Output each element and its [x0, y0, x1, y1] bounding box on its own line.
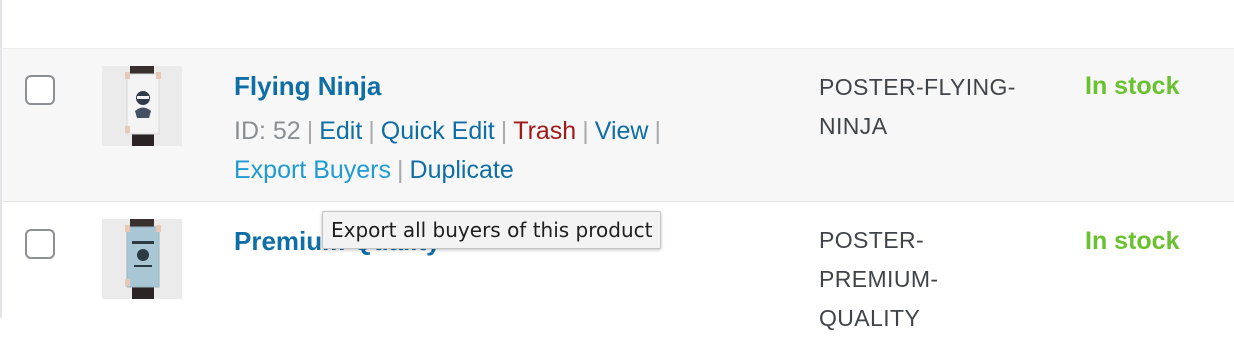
separator: | [654, 117, 661, 145]
premium-quality-poster-thumbnail-icon [102, 219, 182, 299]
separator: | [368, 117, 375, 145]
sku-line: PREMIUM- [819, 266, 939, 292]
sku-line: POSTER-FLYING- [819, 74, 1016, 100]
stock-status: In stock [1085, 227, 1180, 255]
row-select-checkbox[interactable] [25, 229, 55, 259]
sku-line: POSTER- [819, 227, 925, 253]
export-buyers-link[interactable]: Export Buyers [234, 156, 391, 184]
row-select-checkbox[interactable] [25, 75, 55, 105]
view-link[interactable]: View [595, 117, 649, 145]
export-buyers-tooltip: Export all buyers of this product [322, 211, 662, 249]
edit-link[interactable]: Edit [319, 117, 362, 145]
trash-link[interactable]: Trash [513, 117, 576, 145]
product-id: ID: 52 [234, 117, 301, 145]
product-thumbnail[interactable] [102, 219, 182, 299]
separator: | [500, 117, 508, 145]
row-actions: ID: 52 | Edit | Quick Edit | Trash | View | Export… [234, 112, 754, 190]
product-name-link[interactable]: Flying Ninja [234, 71, 381, 101]
stock-status: In stock [1085, 72, 1180, 100]
separator: | [582, 117, 589, 145]
product-sku: POSTER-FLYING- NINJA [819, 68, 1016, 146]
separator: | [397, 156, 404, 184]
product-sku: POSTER- PREMIUM- QUALITY [819, 221, 938, 338]
ninja-poster-thumbnail-icon [102, 66, 182, 146]
quick-edit-link[interactable]: Quick Edit [381, 117, 495, 145]
product-row-flying-ninja: Flying Ninja ID: 52 | Edit | Quick Edit | Tras… [2, 48, 1234, 202]
separator: | [306, 117, 314, 145]
sku-line: QUALITY [819, 305, 921, 331]
product-thumbnail[interactable] [102, 66, 182, 146]
duplicate-link[interactable]: Duplicate [410, 156, 514, 184]
sku-line: NINJA [819, 113, 888, 139]
